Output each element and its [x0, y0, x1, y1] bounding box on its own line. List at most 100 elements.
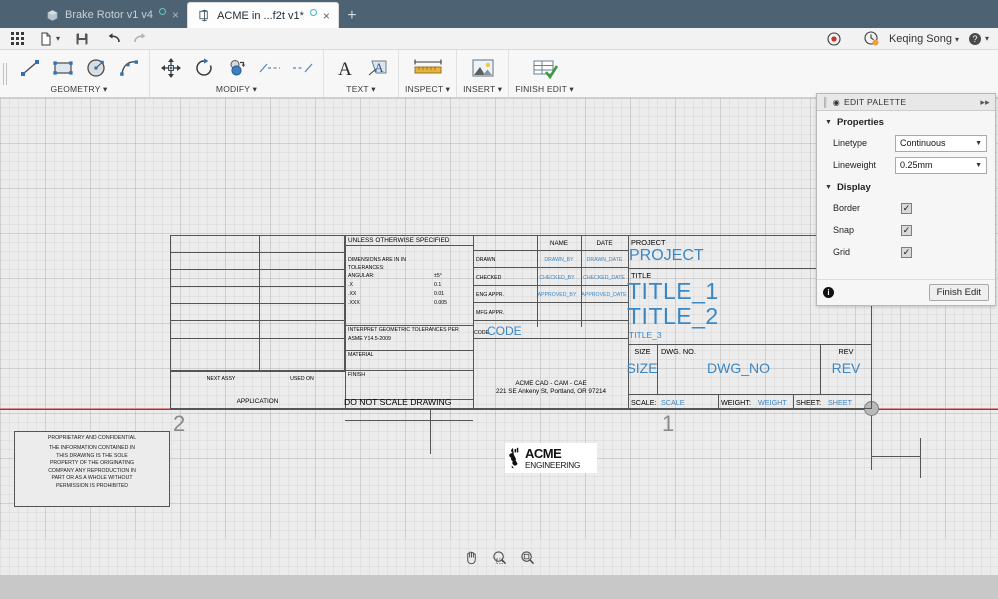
- lineweight-select[interactable]: 0.25mm ▼: [895, 156, 987, 174]
- signoff-value-approved-date[interactable]: APPROVED_DATE: [578, 292, 630, 298]
- extend-tool-icon[interactable]: [288, 53, 317, 82]
- new-document-icon[interactable]: ▾: [36, 29, 63, 49]
- grid-menu-icon[interactable]: [6, 29, 28, 49]
- titleblock-col-weight: [718, 394, 719, 409]
- title-3-value[interactable]: TITLE_3: [629, 330, 662, 340]
- signoff-value-drawn-by[interactable]: DRAWN_BY: [537, 257, 581, 263]
- document-tab-acme-drawing[interactable]: ACME in ...f2t v1* ×: [187, 2, 339, 28]
- ribbon-group-label[interactable]: INSPECT ▾: [405, 84, 450, 96]
- tab-status-dot: [159, 8, 167, 15]
- signoff-value-drawn-date[interactable]: DRAWN_DATE: [581, 257, 628, 263]
- sheet-value[interactable]: SHEET: [828, 398, 852, 407]
- palette-drag-grip[interactable]: ║: [822, 97, 829, 107]
- circle-tool-icon[interactable]: [81, 53, 110, 82]
- offset-tool-icon[interactable]: [222, 53, 251, 82]
- ribbon-group-insert: INSERT ▾: [457, 50, 510, 97]
- x-tolerance-label: .X: [348, 282, 353, 288]
- edit-palette-title: EDIT PALETTE: [843, 97, 907, 107]
- angular-label: ANGULAR:: [348, 273, 375, 279]
- palette-row-linetype: Linetype Continuous ▼: [817, 132, 995, 154]
- document-tab-brake-rotor[interactable]: Brake Rotor v1 v4 ×: [36, 2, 188, 28]
- save-icon[interactable]: [71, 29, 93, 49]
- linetype-select[interactable]: Continuous ▼: [895, 134, 987, 152]
- signoff-value-checked-by[interactable]: CHECKED_BY: [533, 275, 581, 281]
- sheet-mark-h: [871, 456, 921, 457]
- line-tool-icon[interactable]: [15, 53, 44, 82]
- cube-icon: [46, 9, 59, 22]
- signoff-value-checked-date[interactable]: CHECKED_DATE: [579, 275, 629, 281]
- revision-grid-row-4: [170, 303, 345, 304]
- measure-tool-icon[interactable]: [409, 53, 447, 82]
- pan-hand-icon[interactable]: [461, 547, 481, 567]
- svg-text:A: A: [374, 60, 384, 75]
- code-value[interactable]: CODE: [487, 324, 522, 338]
- tab-bar-left-padding: [0, 2, 36, 28]
- tolerances-label: TOLERANCES:: [348, 265, 385, 271]
- proprietary-line-4: COMPANY ANY REPRODUCTION IN: [48, 467, 136, 474]
- close-icon[interactable]: ×: [172, 9, 179, 21]
- edit-palette: ║ ◉ EDIT PALETTE ▸▸ ▼ Properties Linetyp…: [816, 93, 996, 306]
- ribbon-group-label[interactable]: MODIFY ▾: [216, 84, 257, 96]
- snap-checkbox[interactable]: ✓: [901, 224, 912, 236]
- redo-icon[interactable]: [129, 29, 151, 49]
- properties-section-label: Properties: [836, 117, 884, 128]
- zoom-window-icon[interactable]: [489, 547, 509, 567]
- job-status-icon[interactable]: [861, 29, 883, 49]
- close-icon[interactable]: ×: [323, 10, 330, 22]
- dwg-no-value[interactable]: DWG_NO: [657, 360, 820, 376]
- new-tab-button[interactable]: +: [339, 4, 365, 28]
- rotate-tool-icon[interactable]: [189, 53, 218, 82]
- edit-palette-header[interactable]: ║ ◉ EDIT PALETTE ▸▸: [817, 94, 995, 111]
- arc-tool-icon[interactable]: [114, 53, 143, 82]
- interpret-tolerances-line1: INTERPRET GEOMETRIC TOLERANCES PER: [348, 327, 459, 333]
- signoff-col-date-left: [581, 235, 582, 327]
- palette-section-properties[interactable]: ▼ Properties: [817, 111, 995, 132]
- title-2-value[interactable]: TITLE_2: [627, 303, 719, 330]
- ribbon-group-label[interactable]: INSERT ▾: [463, 84, 502, 96]
- undo-icon[interactable]: [103, 29, 125, 49]
- record-icon[interactable]: [823, 29, 845, 49]
- rev-value[interactable]: REV: [820, 360, 872, 376]
- title-1-value[interactable]: TITLE_1: [627, 278, 719, 305]
- proprietary-line-3: PROPERTY OF THE ORIGINATING: [49, 460, 135, 467]
- signoff-label-eng-appr: ENG APPR.: [476, 292, 504, 298]
- insert-image-tool-icon[interactable]: [468, 53, 497, 82]
- trim-tool-icon[interactable]: [255, 53, 284, 82]
- project-value[interactable]: PROJECT: [629, 247, 704, 265]
- ribbon-group-label[interactable]: FINISH EDIT ▾: [515, 84, 574, 96]
- unless-otherwise-specified-label: UNLESS OTHERWISE SPECIFIED: [348, 237, 450, 244]
- zoom-fit-icon[interactable]: [517, 547, 537, 567]
- leader-text-tool-icon[interactable]: A: [363, 53, 392, 82]
- ribbon-group-finish-edit: FINISH EDIT ▾: [509, 50, 580, 97]
- ribbon-group-label[interactable]: GEOMETRY ▾: [51, 84, 108, 96]
- text-tool-icon[interactable]: A: [330, 53, 359, 82]
- collapse-right-icon[interactable]: ▸▸: [980, 97, 990, 108]
- help-icon[interactable]: ? ▾: [965, 29, 992, 49]
- finish-edit-tool-icon[interactable]: [530, 53, 559, 82]
- signoff-value-approved-by[interactable]: APPROVED_BY: [531, 292, 583, 298]
- rectangle-tool-icon[interactable]: [48, 53, 77, 82]
- border-label: Border: [833, 203, 861, 213]
- proprietary-line-6: PERMISSION IS PROHIBITED: [55, 482, 129, 489]
- border-checkbox[interactable]: ✓: [901, 202, 912, 214]
- signoff-row-checked: [473, 285, 628, 286]
- weight-value[interactable]: WEIGHT: [758, 398, 787, 407]
- ribbon-group-label[interactable]: TEXT ▾: [346, 84, 375, 96]
- palette-row-snap: Snap ✓: [817, 219, 995, 241]
- signoff-row-mfgappr: [473, 320, 628, 321]
- size-value[interactable]: SIZE: [625, 360, 659, 376]
- info-icon[interactable]: i: [823, 287, 834, 298]
- user-account-menu[interactable]: Keqing Song ▾: [883, 33, 965, 45]
- move-tool-icon[interactable]: [156, 53, 185, 82]
- palette-section-display[interactable]: ▼ Display: [817, 176, 995, 197]
- grid-checkbox[interactable]: ✓: [901, 246, 912, 258]
- signoff-row-code: [473, 338, 628, 339]
- finish-edit-button[interactable]: Finish Edit: [928, 284, 989, 301]
- sheet-zone-divider: [430, 409, 431, 454]
- tab-label: Brake Rotor v1 v4: [65, 9, 154, 21]
- chevron-down-icon: ▼: [825, 184, 832, 191]
- revision-grid-row-6: [170, 338, 345, 339]
- scale-value[interactable]: SCALE: [661, 398, 685, 407]
- angular-value: ±5°: [434, 273, 442, 279]
- ribbon-drag-grip[interactable]: [0, 50, 9, 97]
